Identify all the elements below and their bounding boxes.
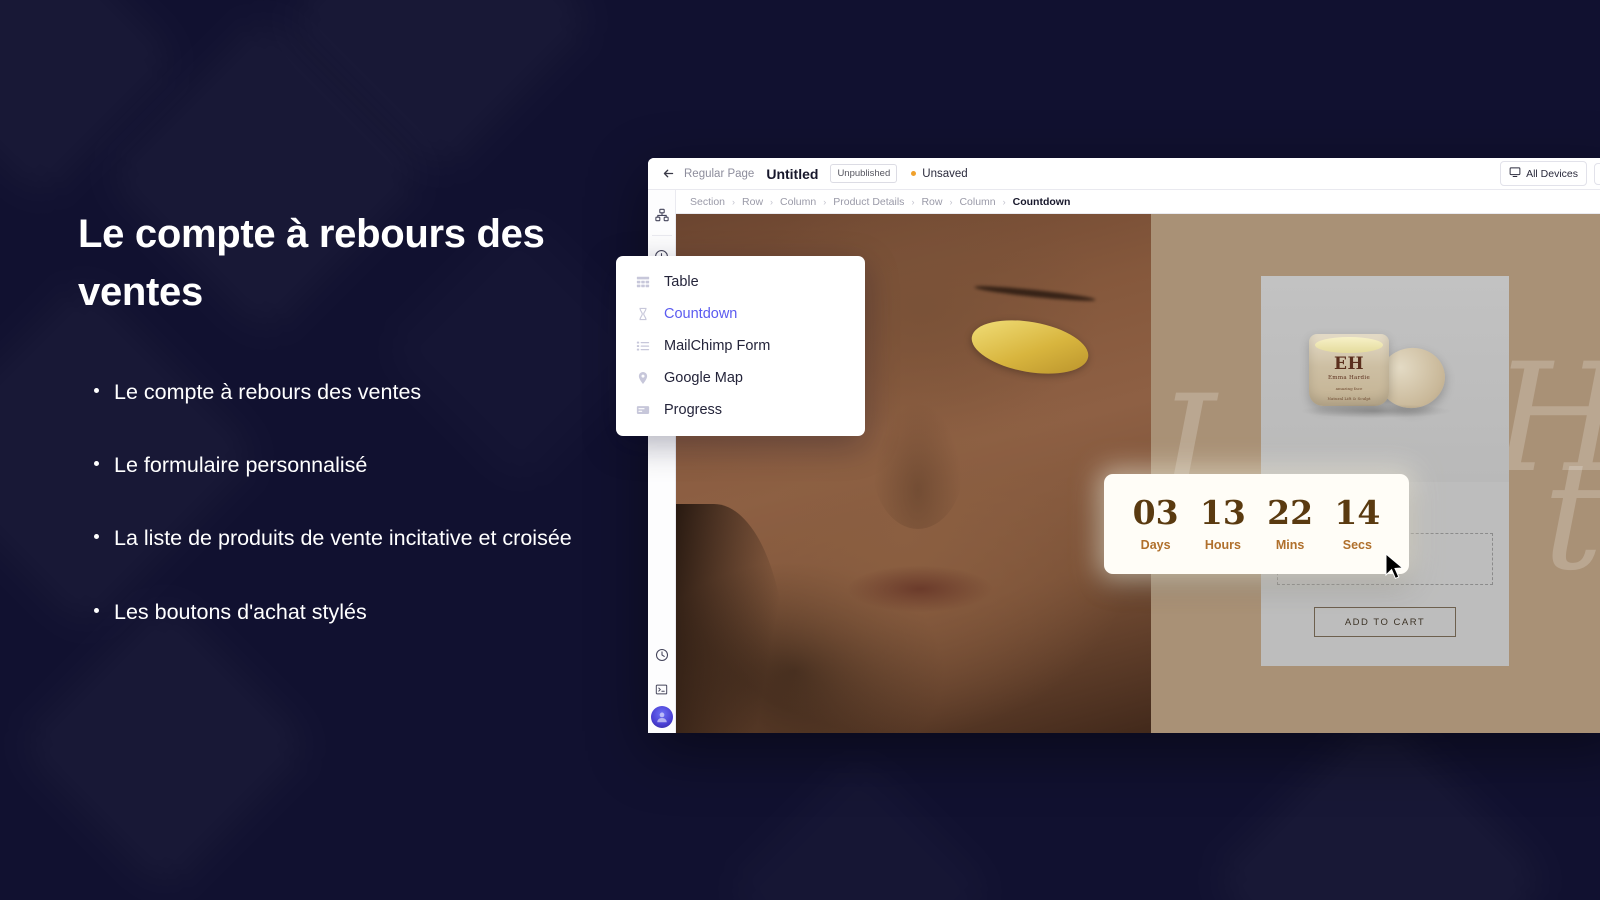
countdown-label: Secs [1342, 538, 1372, 552]
slide-content: Le compte à rebours des ventes Le compte… [78, 205, 618, 670]
product-desc: Natural Lift & Sculpt [1327, 396, 1371, 401]
jar-label: EH Emma Hardie amazing face Natural Lift… [1309, 354, 1389, 402]
menu-item-label: Google Map [664, 370, 743, 386]
breadcrumb-separator-icon: › [823, 196, 827, 207]
bg-diamond [719, 749, 1002, 900]
element-dropdown-menu: Table Countdown MailChimp Form Google Ma… [616, 256, 865, 436]
bg-diamond [1210, 710, 1549, 900]
arrow-left-icon[interactable] [660, 166, 676, 182]
countdown-unit-hours: 13 Hours [1200, 496, 1246, 552]
brand-name: Emma Hardie [1327, 375, 1370, 381]
breadcrumb-item-section[interactable]: Section [690, 196, 725, 208]
map-pin-icon [636, 371, 651, 385]
page-type-label: Regular Page [684, 167, 755, 180]
countdown-unit-secs: 14 Secs [1334, 496, 1380, 552]
layout-panel-icon[interactable] [1594, 162, 1600, 185]
save-status-label: Unsaved [922, 167, 968, 180]
breadcrumb-item-countdown[interactable]: Countdown [1013, 196, 1071, 208]
history-icon[interactable] [651, 644, 673, 666]
menu-item-label: Table [664, 274, 699, 290]
all-devices-button[interactable]: All Devices [1500, 161, 1587, 186]
countdown-unit-mins: 22 Mins [1267, 496, 1313, 552]
menu-item-google-map[interactable]: Google Map [616, 362, 865, 394]
breadcrumb: Section › Row › Column › Product Details… [676, 190, 1600, 214]
all-devices-label: All Devices [1526, 167, 1578, 180]
countdown-value: 13 [1199, 493, 1246, 532]
breadcrumb-separator-icon: › [770, 196, 774, 207]
product-sub: amazing face [1335, 386, 1363, 391]
jar-cream [1315, 337, 1383, 353]
unsaved-dot-icon [911, 171, 917, 176]
menu-item-label: MailChimp Form [664, 338, 771, 354]
page-builder-window: Regular Page Untitled Unpublished Unsave… [648, 158, 1600, 733]
sitemap-icon[interactable] [651, 204, 673, 226]
breadcrumb-item-column-2[interactable]: Column [959, 196, 995, 208]
breadcrumb-separator-icon: › [732, 196, 736, 207]
table-icon [636, 275, 651, 289]
countdown-value: 14 [1334, 493, 1381, 532]
menu-item-label: Countdown [664, 306, 738, 322]
countdown-label: Mins [1275, 538, 1305, 552]
list-item: Le formulaire personnalisé [78, 450, 578, 481]
save-status: Unsaved [911, 167, 968, 180]
countdown-label: Days [1140, 538, 1171, 552]
breadcrumb-separator-icon: › [911, 196, 915, 207]
add-to-cart-button[interactable]: ADD TO CART [1314, 607, 1456, 637]
menu-item-label: Progress [664, 402, 723, 418]
photo-lips [848, 566, 992, 612]
breadcrumb-separator-icon: › [1002, 196, 1006, 207]
menu-item-countdown[interactable]: Countdown [616, 298, 865, 330]
jar-body: EH Emma Hardie amazing face Natural Lift… [1309, 334, 1389, 406]
page-title-label[interactable]: Untitled [766, 166, 818, 182]
brand-initials: EH [1333, 354, 1365, 374]
breadcrumb-item-product-details[interactable]: Product Details [833, 196, 904, 208]
breadcrumb-separator-icon: › [949, 196, 953, 207]
menu-item-table[interactable]: Table [616, 266, 865, 298]
hourglass-icon [636, 307, 651, 321]
product-card: EH Emma Hardie amazing face Natural Lift… [1261, 276, 1509, 666]
status-badge: Unpublished [830, 164, 898, 183]
countdown-value: 03 [1132, 493, 1179, 532]
list-item: Les boutons d'achat stylés [78, 597, 578, 628]
countdown-widget[interactable]: 03 Days 13 Hours 22 Mins 14 Secs [1104, 474, 1409, 574]
script-watermark: ti [1543, 430, 1600, 604]
list-item: La liste de produits de vente incitative… [78, 523, 578, 554]
monitor-icon [1509, 166, 1521, 181]
countdown-value: 22 [1267, 493, 1314, 532]
countdown-label: Hours [1204, 538, 1241, 552]
list-icon [636, 339, 651, 353]
user-avatar[interactable] [650, 706, 673, 728]
breadcrumb-item-row[interactable]: Row [742, 196, 763, 208]
jar-shadow [1301, 404, 1451, 418]
breadcrumb-item-column[interactable]: Column [780, 196, 816, 208]
code-icon[interactable] [651, 678, 673, 700]
page-title: Le compte à rebours des ventes [78, 212, 545, 314]
progress-bar-icon [636, 403, 651, 417]
list-item: Le compte à rebours des ventes [78, 377, 578, 408]
sidebar-divider [651, 235, 672, 236]
menu-item-progress[interactable]: Progress [616, 394, 865, 426]
menu-item-mailchimp-form[interactable]: MailChimp Form [616, 330, 865, 362]
product-image: EH Emma Hardie amazing face Natural Lift… [1261, 276, 1509, 482]
feature-list: Le compte à rebours des ventes Le formul… [78, 377, 618, 628]
photo-nose [872, 399, 964, 529]
countdown-unit-days: 03 Days [1133, 496, 1179, 552]
breadcrumb-item-row-2[interactable]: Row [921, 196, 942, 208]
editor-header: Regular Page Untitled Unpublished Unsave… [648, 158, 1600, 190]
